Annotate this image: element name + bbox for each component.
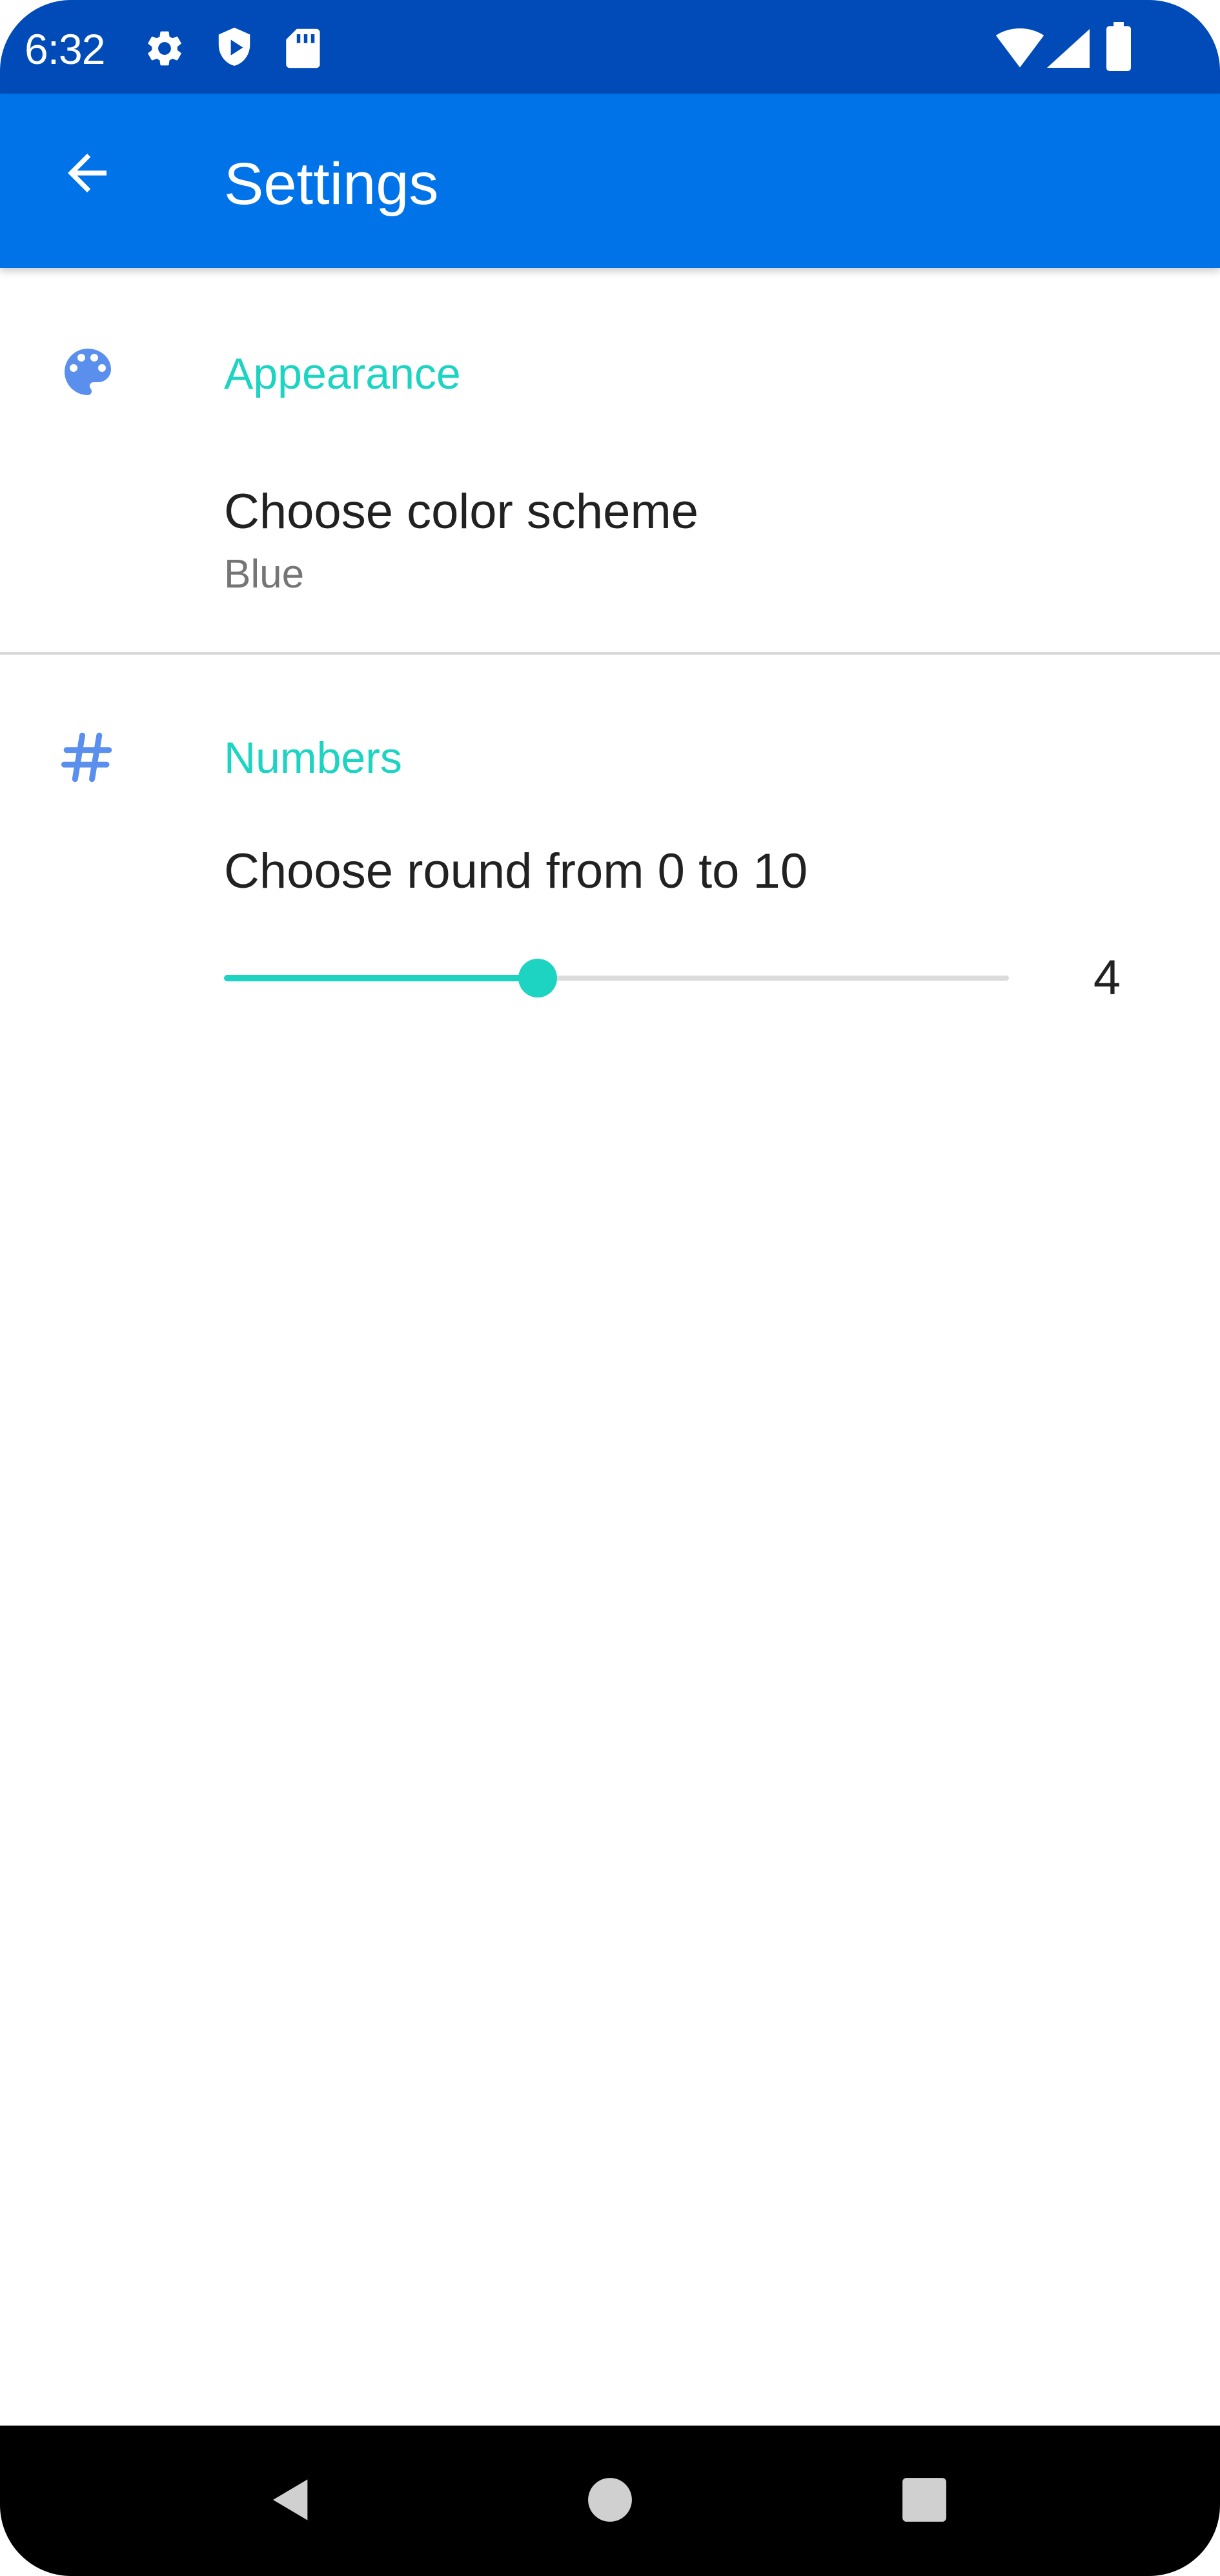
home-circle-icon <box>588 2478 632 2522</box>
color-scheme-preference[interactable] <box>0 452 1220 652</box>
recents-square-icon <box>902 2478 946 2522</box>
slider-value: 4 <box>1093 950 1121 1005</box>
hash-icon <box>61 732 112 782</box>
screen-corner <box>1149 2505 1220 2576</box>
arrow-left-icon <box>68 154 107 192</box>
color-scheme-summary: Blue <box>224 552 305 597</box>
back-button[interactable] <box>39 125 136 221</box>
gear-icon <box>148 31 181 66</box>
screen-corner <box>1149 0 1220 71</box>
nav-home-button[interactable] <box>571 2461 649 2539</box>
section-header-numbers: Numbers <box>224 733 402 782</box>
wifi-icon <box>995 28 1044 68</box>
back-triangle-icon <box>273 2479 308 2520</box>
section-divider <box>0 652 1220 655</box>
round-slider[interactable] <box>224 949 1009 1007</box>
battery-icon <box>1106 22 1131 71</box>
slider-fill <box>224 975 538 981</box>
navigation-bar <box>0 2426 1220 2576</box>
shield-icon <box>218 27 250 66</box>
nav-recents-button[interactable] <box>886 2461 963 2539</box>
app-bar: Settings <box>0 94 1220 268</box>
settings-screen: 6:32 Settings Appearance Choose color sc… <box>0 0 1220 2576</box>
nav-back-button[interactable] <box>254 2461 331 2539</box>
color-scheme-title: Choose color scheme <box>224 484 699 539</box>
cellular-signal-icon <box>1047 29 1090 68</box>
screen-corner <box>0 0 71 71</box>
round-preference-title: Choose round from 0 to 10 <box>224 844 808 899</box>
section-header-appearance: Appearance <box>224 349 461 398</box>
screen-corner <box>0 2505 71 2576</box>
slider-thumb[interactable] <box>518 959 558 997</box>
sd-card-icon <box>286 28 320 68</box>
page-title: Settings <box>224 151 439 217</box>
status-bar: 6:32 <box>0 0 1220 94</box>
palette-icon <box>65 349 111 395</box>
